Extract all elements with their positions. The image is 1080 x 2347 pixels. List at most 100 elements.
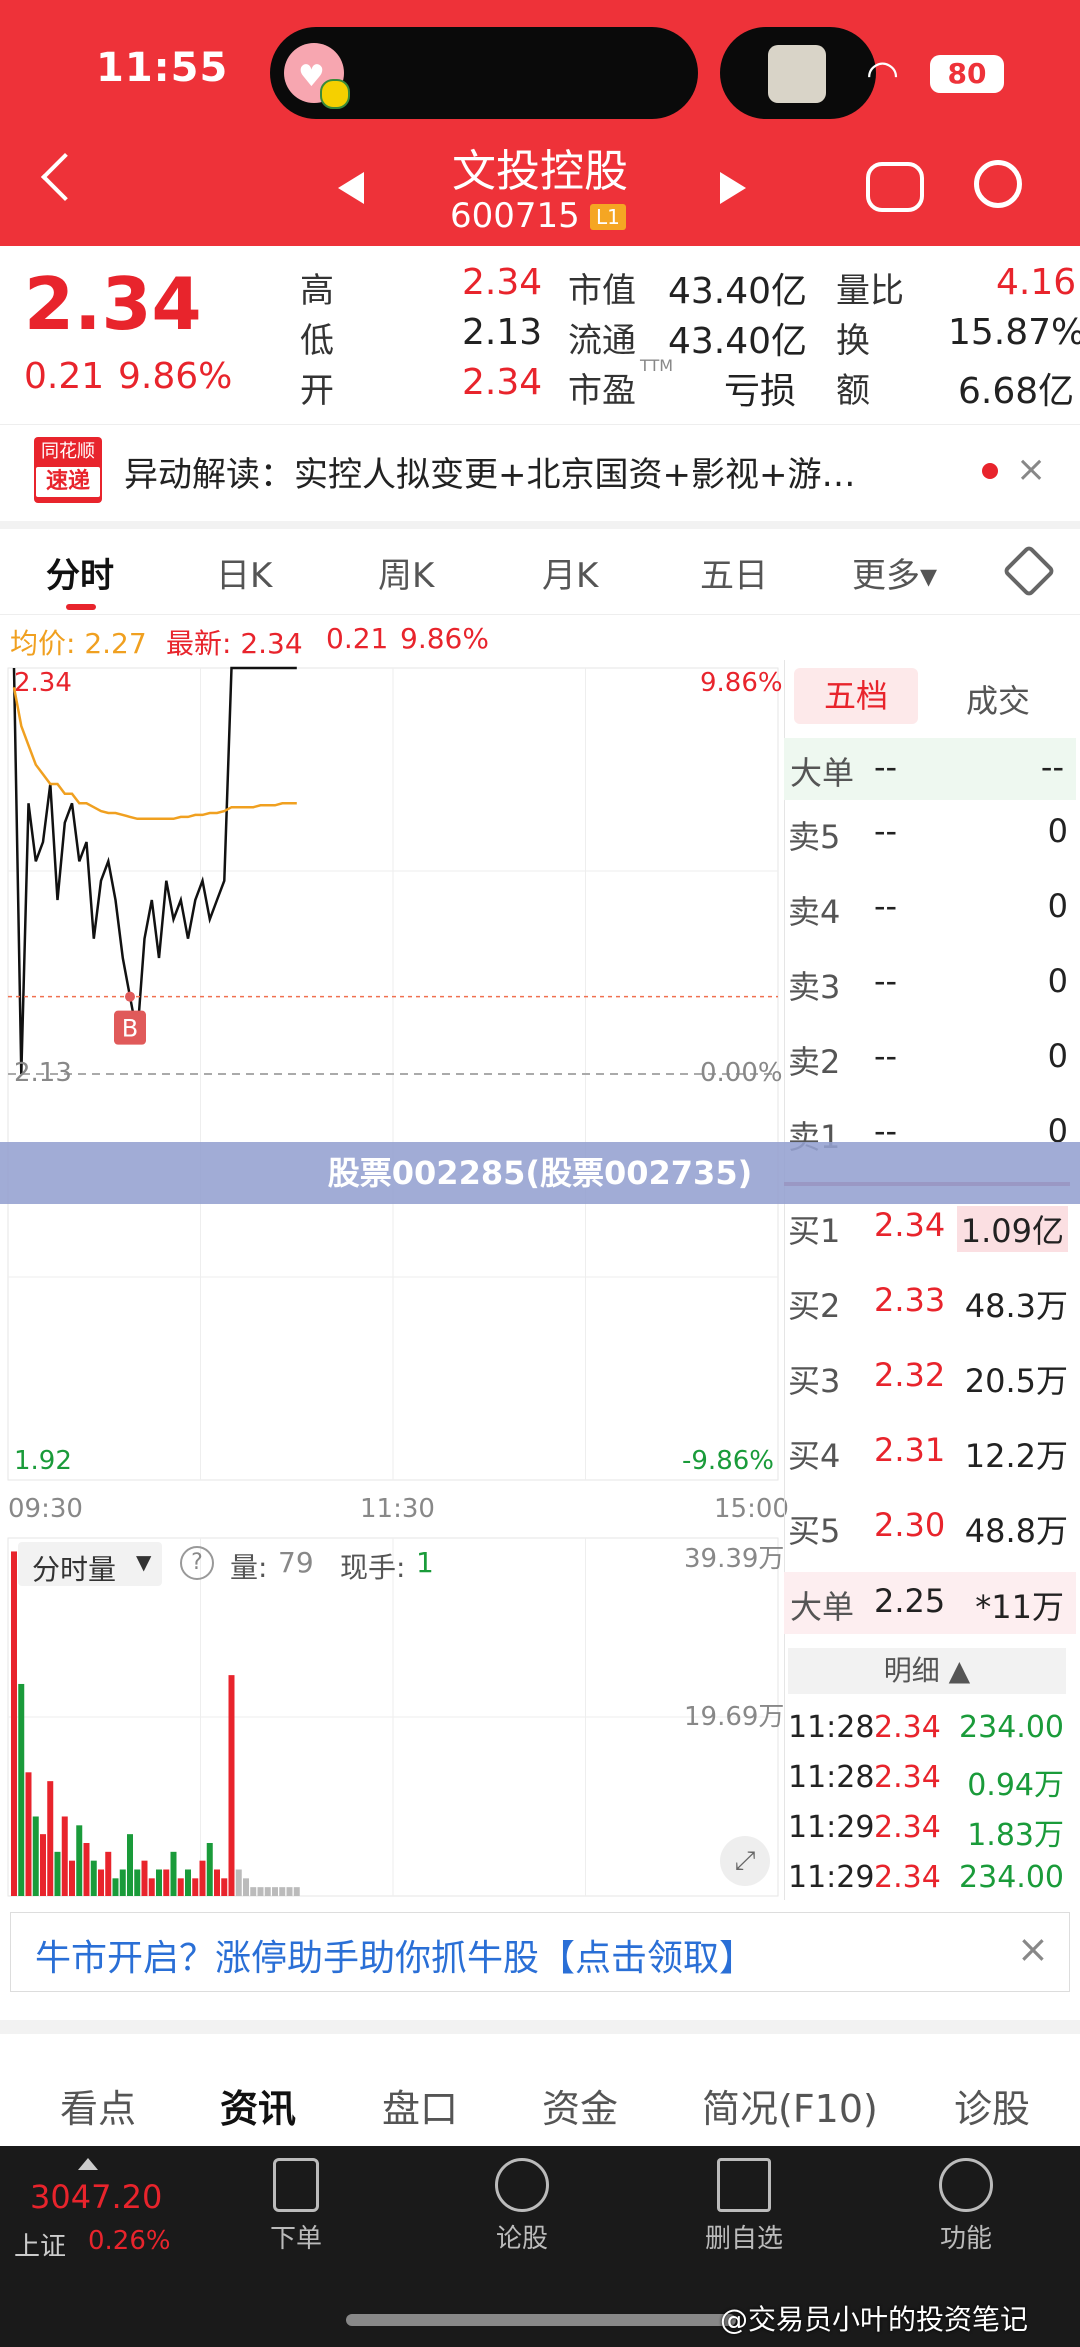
volume-bar — [156, 1869, 162, 1896]
ad-close-icon[interactable]: × — [1017, 1927, 1049, 1971]
dynamic-island: ♥ — [270, 27, 698, 119]
tick-vol: 0.94万 — [967, 1768, 1064, 1803]
mcap-value: 43.40亿 — [668, 271, 808, 312]
volume-bar — [279, 1887, 286, 1896]
time-axis-close: 15:00 — [714, 1494, 789, 1524]
info-tab-orderbook[interactable]: 盘口 — [382, 2078, 458, 2133]
buy-label: 买5 — [788, 1512, 841, 1550]
buy-price: 2.33 — [874, 1281, 946, 1319]
amount-value: 6.68亿 — [958, 371, 1075, 412]
float-value: 43.40亿 — [668, 321, 808, 362]
next-stock-icon[interactable] — [720, 172, 746, 204]
info-tab-diagnose[interactable]: 诊股 — [954, 2078, 1030, 2133]
tick-time: 11:28 — [788, 1760, 875, 1795]
volume-type-dropdown[interactable]: 分时量 ▼ — [18, 1542, 162, 1586]
sell-price: -- — [874, 962, 898, 1000]
wifi-icon: ◠ — [866, 52, 900, 96]
nav-remove-label: 删自选 — [704, 2224, 783, 2254]
nav-order-label: 下单 — [269, 2224, 322, 2254]
tick-vol: 234.00 — [959, 1860, 1064, 1895]
chart-settings-icon[interactable] — [1002, 544, 1056, 598]
volume-bar — [272, 1887, 278, 1896]
tab-intraday[interactable]: 分时 — [46, 548, 114, 597]
overlay-banner: 股票002285(股票002735) — [0, 1142, 1080, 1204]
news-text[interactable]: 异动解读：实控人拟变更+北京国资+影视+游… — [124, 447, 855, 496]
high-label: 高 — [300, 271, 334, 311]
volume-bar — [40, 1834, 46, 1896]
tab-monthly-k[interactable]: 月K — [542, 548, 598, 597]
buy-price: 2.30 — [874, 1506, 946, 1544]
info-tab-funds[interactable]: 资金 — [542, 2078, 618, 2133]
buy-row: 买2 2.33 48.3万 — [788, 1281, 1068, 1331]
volume-bar — [228, 1675, 235, 1896]
index-value[interactable]: 3047.20 — [30, 2178, 162, 2216]
nav-remove-watchlist[interactable]: 删自选 — [674, 2158, 814, 2255]
intraday-price-chart[interactable]: B — [0, 660, 786, 1490]
volume-bar — [11, 1551, 17, 1896]
depth-tab-trades[interactable]: 成交 — [966, 676, 1030, 722]
volume-bar — [105, 1851, 112, 1896]
prev-stock-icon[interactable] — [338, 172, 364, 204]
home-indicator — [346, 2314, 736, 2326]
big-sell-row: 大单 -- -- — [784, 738, 1076, 800]
news-bar[interactable]: 同花顺 速递 异动解读：实控人拟变更+北京国资+影视+游… × — [0, 424, 1080, 529]
sell-row: 卖3 -- 0 — [788, 962, 1068, 1012]
expand-chart-icon[interactable]: ⤢ — [720, 1836, 770, 1886]
tab-daily-k[interactable]: 日K — [216, 548, 272, 597]
info-tabs-bar: 看点 资讯 盘口 资金 简况(F10) 诊股 — [0, 2020, 1080, 2162]
big-buy-price: 2.25 — [874, 1582, 946, 1620]
tick-price: 2.34 — [874, 1710, 941, 1745]
volume-bar — [257, 1887, 264, 1896]
info-tab-news[interactable]: 资讯 — [220, 2078, 296, 2133]
volume-bar — [134, 1869, 141, 1896]
big-sell-price: -- — [874, 748, 898, 786]
y-axis-mid: 2.13 — [14, 1058, 72, 1088]
volume-bar — [286, 1887, 293, 1896]
volume-qty: 79 — [278, 1546, 314, 1579]
buy-price: 2.34 — [874, 1206, 946, 1244]
help-icon[interactable]: ? — [180, 1546, 214, 1580]
big-buy-vol: *11万 — [975, 1588, 1064, 1626]
tab-five-day[interactable]: 五日 — [700, 548, 768, 597]
buy-vol: 20.5万 — [964, 1362, 1068, 1400]
volume-bar — [192, 1878, 199, 1896]
info-tab-f10[interactable]: 简况(F10) — [702, 2078, 878, 2133]
star-badge-icon — [495, 2158, 549, 2212]
avg-price-line — [12, 687, 297, 821]
depth-tab-five[interactable]: 五档 — [794, 668, 918, 724]
volume-bar — [235, 1869, 242, 1896]
nav-order[interactable]: 下单 — [226, 2158, 366, 2255]
price-change: 0.21 — [24, 356, 105, 397]
app-header: 11:55 ♥ ◠ 80 文投控股 600715 L1 — [0, 0, 1080, 246]
time-axis-noon: 11:30 — [360, 1494, 435, 1524]
volume-bar — [25, 1772, 32, 1896]
nav-discuss[interactable]: 论股 — [452, 2158, 592, 2255]
buy-label: 买3 — [788, 1362, 841, 1400]
low-label: 低 — [300, 321, 334, 361]
index-name: 上证 — [14, 2232, 67, 2262]
volume-bar — [32, 1816, 39, 1896]
tick-vol: 234.00 — [959, 1710, 1064, 1745]
detail-toggle[interactable]: 明细 ▲ — [788, 1648, 1066, 1694]
open-label: 开 — [300, 371, 334, 411]
robot-icon[interactable] — [866, 162, 924, 212]
sell-vol: 0 — [1047, 887, 1068, 925]
tab-weekly-k[interactable]: 周K — [378, 548, 434, 597]
news-close-icon[interactable]: × — [1016, 449, 1046, 490]
buy-vol: 48.3万 — [964, 1287, 1068, 1325]
stock-code: 600715 — [450, 196, 580, 236]
buy-vol: 1.09亿 — [956, 1206, 1068, 1252]
big-sell-label: 大单 — [790, 754, 855, 792]
nav-functions-label: 功能 — [939, 2224, 992, 2254]
back-icon[interactable] — [40, 152, 90, 202]
search-icon[interactable] — [974, 160, 1022, 208]
nav-functions[interactable]: 功能 — [896, 2158, 1036, 2255]
ad-banner[interactable]: 牛市开启？涨停助手助你抓牛股【点击领取】 × — [10, 1912, 1070, 1992]
tab-more[interactable]: 更多▾ — [852, 548, 937, 597]
avg-price-label: 均价: 2.27 — [10, 627, 147, 660]
detail-toggle-label: 明细 ▲ — [883, 1654, 971, 1687]
ad-text[interactable]: 牛市开启？涨停助手助你抓牛股【点击领取】 — [35, 1929, 755, 1981]
turnover-label: 换 — [836, 321, 870, 361]
info-tab-highlights[interactable]: 看点 — [60, 2078, 136, 2133]
current-price: 2.34 — [24, 262, 202, 346]
